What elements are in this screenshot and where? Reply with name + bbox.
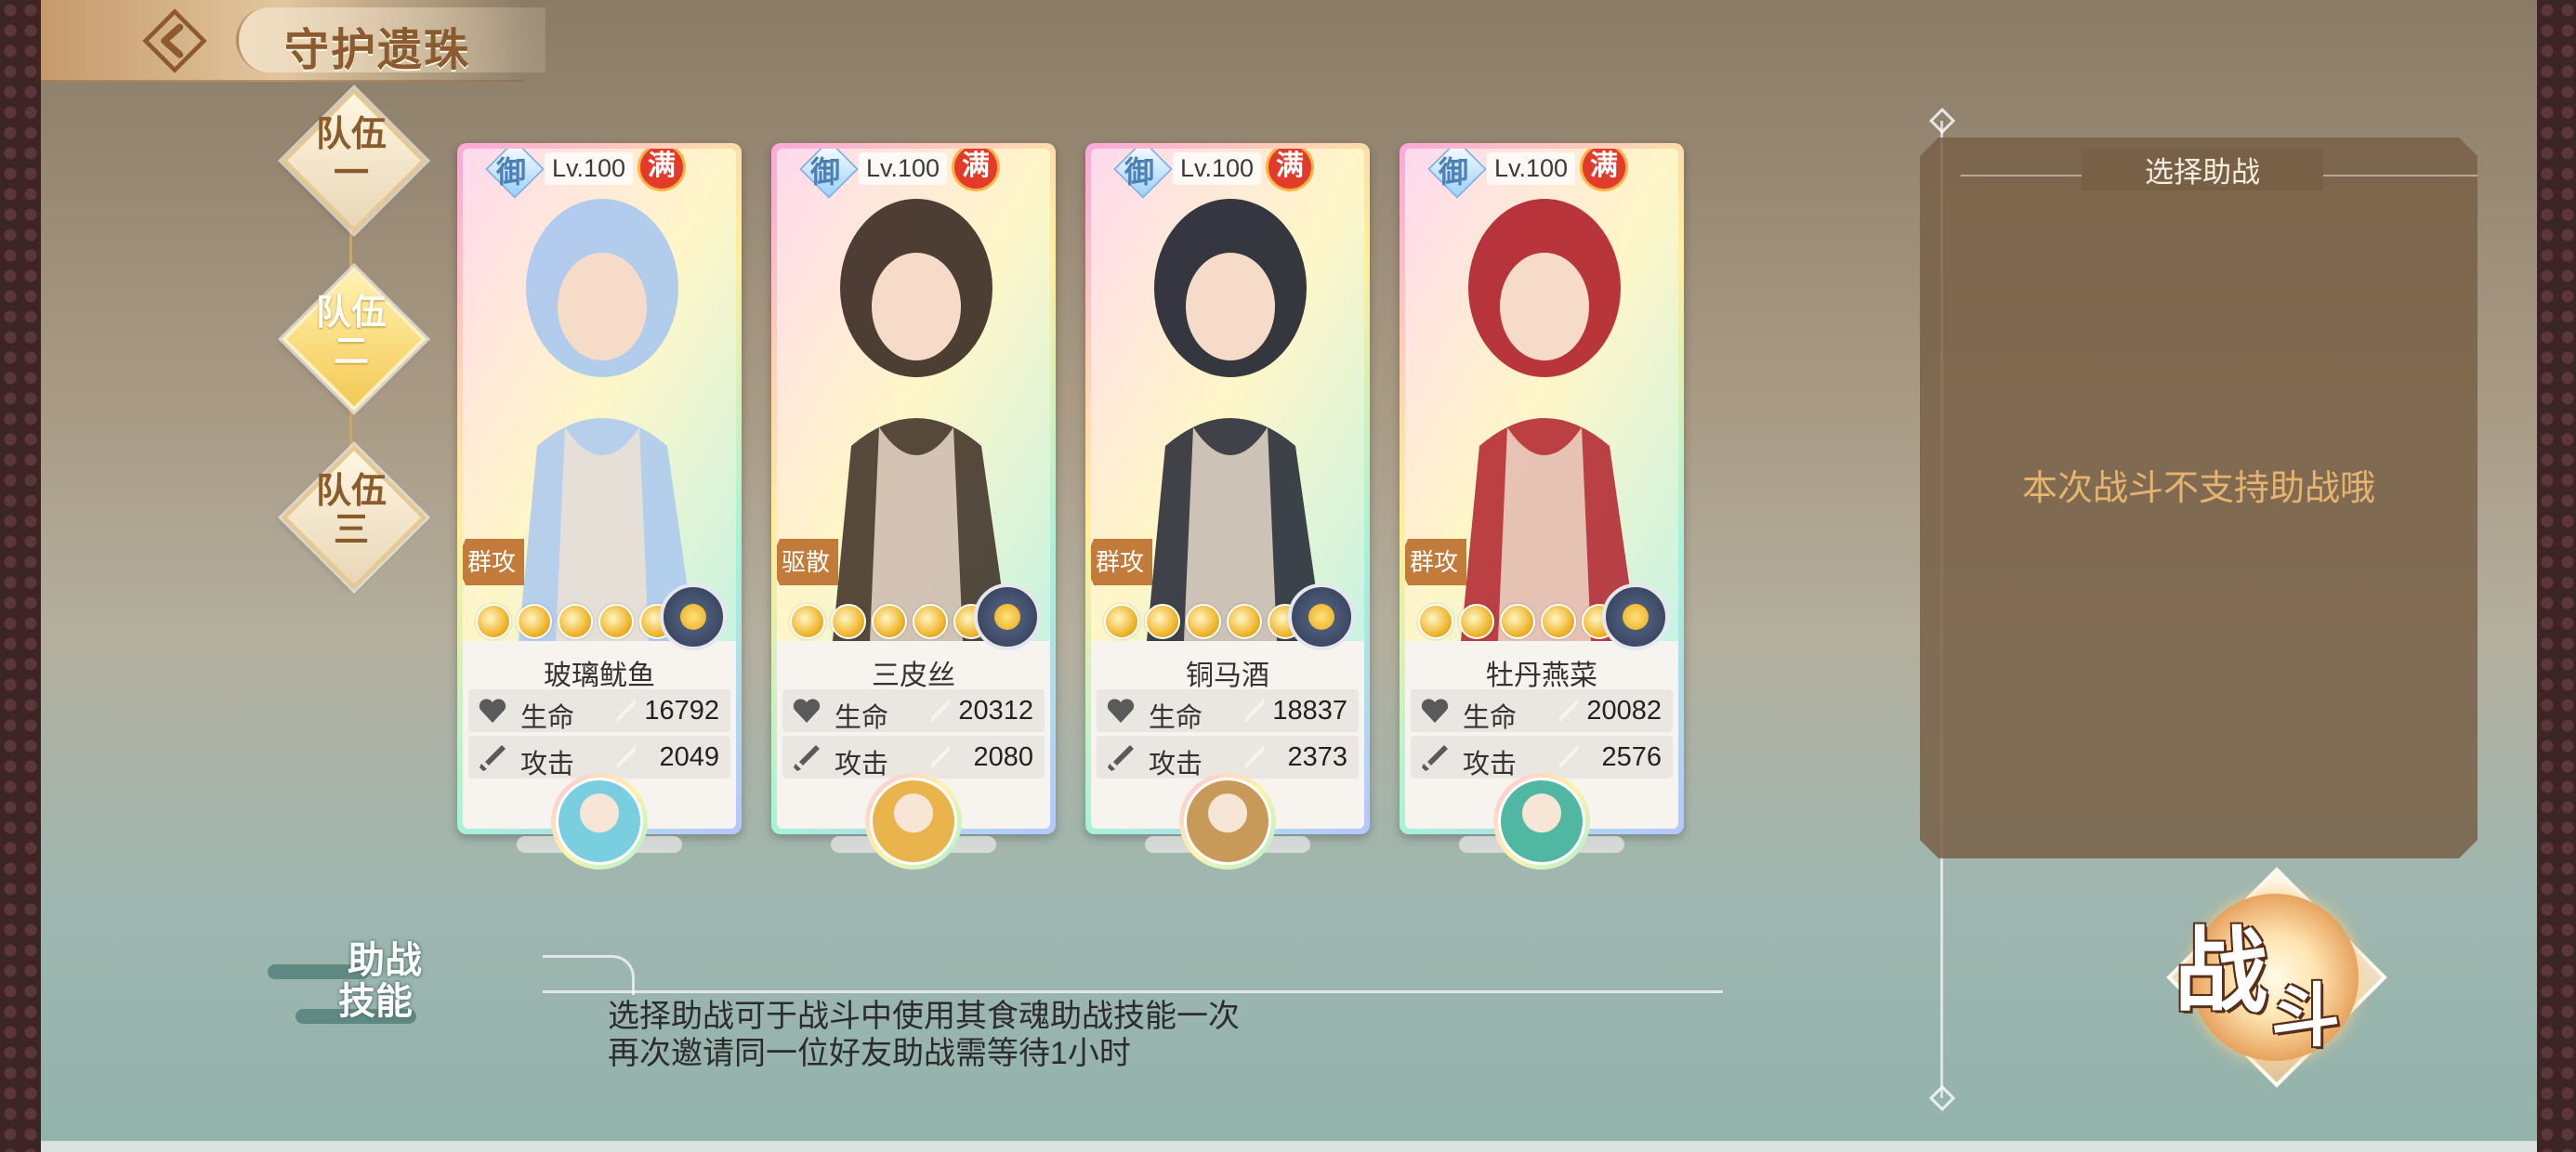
skill-title: 助战 技能 [338, 939, 422, 1022]
character-card[interactable]: 御 Lv.100 满 群攻 玻璃鱿鱼 生命 16792 攻击 2049 [457, 143, 742, 870]
team-1-button[interactable]: 队伍一 [282, 88, 427, 233]
assist-title: 选择助战 [2082, 149, 2323, 190]
heart-icon [479, 699, 506, 723]
sword-icon [794, 745, 820, 771]
yu-badge-label: 御 [810, 155, 841, 189]
sword-icon [1108, 745, 1134, 771]
hp-value: 16792 [644, 696, 719, 726]
star-icon [558, 604, 593, 639]
level-label: Lv.100 [545, 152, 634, 185]
hp-value: 18837 [1272, 696, 1347, 726]
team-3-button[interactable]: 队伍三 [282, 445, 427, 590]
attack-label: 攻击 [520, 750, 575, 779]
heart-icon [1421, 699, 1449, 723]
star-icon [517, 604, 552, 639]
hp-label: 生命 [520, 703, 575, 733]
star-icon [1227, 604, 1262, 639]
role-tag: 驱散 [777, 539, 838, 585]
heart-icon [793, 699, 821, 723]
character-card[interactable]: 御 Lv.100 满 驱散 三皮丝 生命 20312 攻击 2080 [771, 143, 1056, 870]
element-icon [660, 583, 727, 650]
star-icon [1418, 604, 1453, 639]
attack-value: 2080 [973, 742, 1033, 772]
hp-row: 生命 20082 [1411, 689, 1673, 733]
back-arrow-icon [142, 8, 207, 73]
attack-value: 2576 [1601, 742, 1662, 772]
level-label: Lv.100 [1487, 152, 1576, 185]
attack-value: 2049 [659, 742, 719, 772]
yu-badge-label: 御 [1439, 155, 1469, 189]
skill-divider [543, 990, 1723, 993]
assist-message: 本次战斗不支持助战哦 [2021, 469, 2375, 508]
character-name: 铜马酒 [1186, 661, 1269, 691]
star-icon [831, 604, 866, 639]
attack-label: 攻击 [1149, 750, 1203, 779]
hp-row: 生命 18837 [1097, 689, 1359, 733]
element-icon [974, 583, 1041, 650]
star-icon [1459, 604, 1494, 639]
level-label: Lv.100 [859, 152, 948, 185]
role-tag: 群攻 [1091, 539, 1152, 585]
heart-icon [1107, 699, 1135, 723]
team-3-label: 队伍三 [315, 472, 387, 550]
support-avatar[interactable] [1493, 773, 1590, 870]
page-title: 守护遗珠 [284, 26, 471, 75]
team-1-label: 队伍一 [315, 115, 387, 193]
hp-label: 生命 [1149, 703, 1203, 733]
hp-label: 生命 [835, 703, 889, 733]
battle-button[interactable]: 战 斗 [2156, 867, 2387, 1088]
star-icon [790, 604, 825, 639]
team-2-button[interactable]: 队伍二 [282, 267, 427, 412]
character-name: 三皮丝 [872, 661, 955, 691]
right-border [2537, 0, 2576, 1152]
hp-row: 生命 16792 [468, 689, 730, 733]
left-border [0, 0, 41, 1152]
team-2-label: 队伍二 [315, 294, 387, 372]
sword-icon [480, 745, 506, 771]
battle-label-1: 战 [2175, 921, 2267, 1024]
attack-label: 攻击 [835, 750, 889, 779]
skill-curl-ornament [543, 955, 635, 995]
yu-badge-label: 御 [1124, 155, 1155, 189]
character-name: 牡丹燕菜 [1486, 661, 1597, 691]
yu-badge-label: 御 [496, 155, 527, 189]
bottom-strip [41, 1141, 2537, 1152]
star-icon [598, 604, 634, 639]
star-icon [1186, 604, 1221, 639]
star-icon [476, 604, 511, 639]
element-icon [1602, 583, 1669, 650]
star-icon [872, 604, 907, 639]
sword-icon [1422, 745, 1448, 771]
element-icon [1288, 583, 1355, 650]
star-icon [1500, 604, 1535, 639]
level-label: Lv.100 [1173, 152, 1262, 185]
star-icon [1541, 604, 1576, 639]
hp-value: 20312 [958, 696, 1033, 726]
character-card[interactable]: 御 Lv.100 满 群攻 牡丹燕菜 生命 20082 攻击 2576 [1400, 143, 1684, 870]
skill-description: 选择助战可于战斗中使用其食魂助战技能一次 再次邀请同一位好友助战需等待1小时 [608, 999, 1240, 1071]
support-avatar[interactable] [1179, 773, 1276, 870]
support-avatar[interactable] [551, 773, 648, 870]
star-icon [1104, 604, 1139, 639]
attack-label: 攻击 [1463, 750, 1518, 779]
support-avatar[interactable] [865, 773, 962, 870]
hp-row: 生命 20312 [782, 689, 1045, 733]
back-button[interactable] [119, 6, 230, 76]
attack-value: 2373 [1287, 742, 1347, 772]
role-tag: 群攻 [1405, 539, 1466, 585]
battle-label-2: 斗 [2271, 979, 2340, 1055]
hp-label: 生命 [1463, 703, 1518, 733]
character-card[interactable]: 御 Lv.100 满 群攻 铜马酒 生命 18837 攻击 2373 [1085, 143, 1370, 870]
hp-value: 20082 [1586, 696, 1662, 726]
star-icon [1145, 604, 1180, 639]
character-name: 玻璃鱿鱼 [544, 661, 655, 691]
role-tag: 群攻 [463, 539, 524, 585]
star-icon [913, 604, 948, 639]
